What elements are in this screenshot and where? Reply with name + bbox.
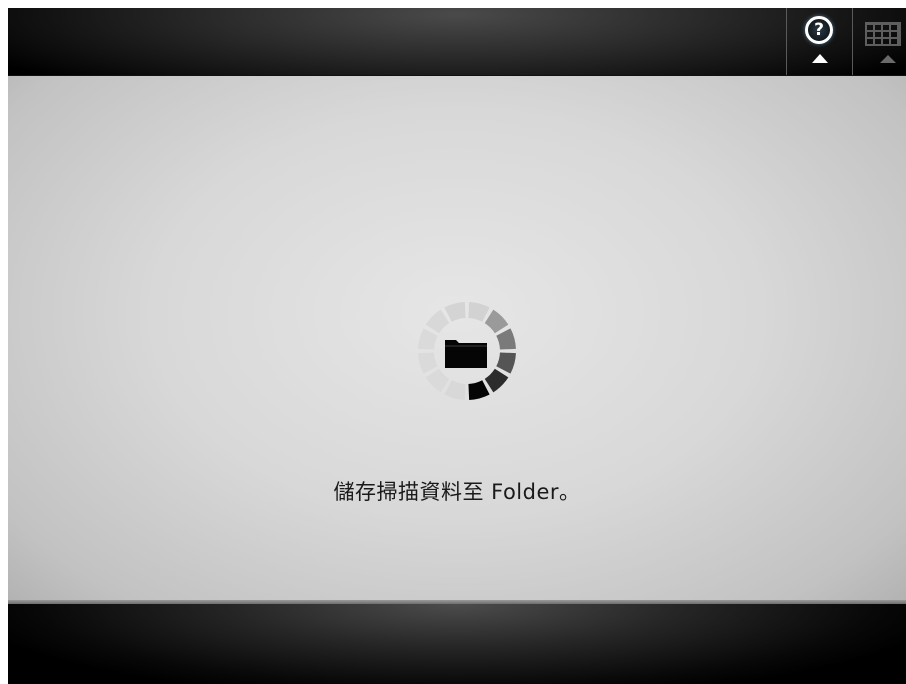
bottom-bar [8, 604, 906, 684]
keyboard-button[interactable] [852, 8, 906, 75]
spinner-segment [418, 328, 438, 350]
loading-spinner-icon [418, 302, 516, 400]
status-message: 儲存掃描資料至 Folder。 [333, 480, 581, 504]
keyboard-icon [865, 22, 901, 46]
spinner-segment [484, 309, 509, 334]
spinner-segment [468, 302, 490, 322]
help-icon: ? [805, 16, 833, 44]
keyboard-expand-arrow-icon [880, 55, 896, 63]
spinner-segment [484, 368, 509, 393]
spinner-segment [444, 302, 466, 322]
spinner-segment [496, 328, 516, 350]
help-glyph: ? [814, 20, 824, 40]
spinner-segment [418, 352, 438, 374]
main-panel: 儲存掃描資料至 Folder。 [8, 76, 906, 604]
help-button[interactable]: ? [786, 8, 852, 75]
screen: ? 儲存掃描資料至 Folder。 [8, 8, 906, 684]
expand-up-arrow-icon [812, 54, 828, 63]
spinner-segment [496, 352, 516, 374]
spinner-segment [425, 368, 450, 393]
spinner-segment [444, 380, 466, 400]
folder-icon [445, 340, 487, 368]
spinner-segment [425, 309, 450, 334]
spinner-segment [468, 380, 490, 400]
top-bar: ? [8, 8, 906, 76]
